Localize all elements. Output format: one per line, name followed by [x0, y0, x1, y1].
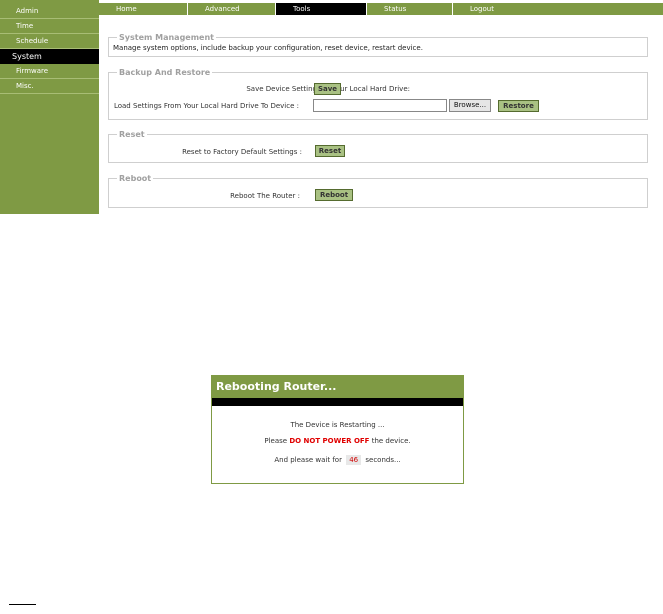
backup-restore-section: Backup And Restore Save Device Settings …	[108, 68, 648, 120]
reboot-section: Reboot Reboot The Router : Reboot	[108, 174, 648, 208]
save-button[interactable]: Save	[314, 83, 341, 95]
load-settings-label: Load Settings From Your Local Hard Drive…	[113, 102, 299, 110]
reset-section: Reset Reset to Factory Default Settings …	[108, 130, 648, 163]
reset-title: Reset	[117, 130, 147, 140]
dialog-warning-prefix: Please	[264, 437, 288, 445]
restore-button[interactable]: Restore	[498, 100, 539, 112]
sidebar-item-time[interactable]: Time	[0, 19, 99, 34]
settings-file-input[interactable]	[313, 99, 447, 112]
reboot-title: Reboot	[117, 174, 154, 184]
reboot-button[interactable]: Reboot	[315, 189, 353, 201]
footer-divider	[9, 604, 36, 605]
dialog-wait-line: And please wait for 46 seconds...	[212, 455, 463, 465]
sidebar-item-admin[interactable]: Admin	[0, 4, 99, 19]
backup-restore-title: Backup And Restore	[117, 68, 213, 78]
sidebar-item-misc[interactable]: Misc.	[0, 79, 99, 94]
tab-tools[interactable]: Tools	[276, 3, 367, 15]
system-management-section: System Management Manage system options,…	[108, 33, 648, 57]
countdown-seconds: 46	[346, 455, 362, 465]
system-management-description: Manage system options, include backup yo…	[113, 44, 423, 52]
dialog-warning-suffix: the device.	[371, 437, 411, 445]
top-navigation: Home Advanced Tools Status Logout	[99, 3, 663, 15]
sidebar-item-system[interactable]: System	[0, 49, 99, 64]
dialog-do-not-power-off: DO NOT POWER OFF	[289, 437, 370, 445]
tab-home[interactable]: Home	[99, 3, 188, 15]
dialog-wait-suffix: seconds...	[365, 456, 401, 464]
system-management-title: System Management	[117, 33, 216, 43]
dialog-warning-line: Please DO NOT POWER OFF the device.	[212, 437, 463, 445]
dialog-restarting-text: The Device is Restarting ...	[290, 421, 385, 429]
sidebar-item-schedule[interactable]: Schedule	[0, 34, 99, 49]
dialog-title-bar-separator	[212, 398, 463, 406]
dialog-wait-prefix: And please wait for	[274, 456, 342, 464]
dialog-title: Rebooting Router...	[212, 376, 463, 398]
browse-button[interactable]: Browse...	[449, 99, 491, 112]
reset-factory-label: Reset to Factory Default Settings :	[182, 148, 302, 156]
reboot-router-label: Reboot The Router :	[230, 192, 300, 200]
tab-status[interactable]: Status	[367, 3, 453, 15]
sidebar: Admin Time Schedule System Firmware Misc…	[0, 0, 99, 214]
tab-logout[interactable]: Logout	[453, 3, 576, 15]
reset-button[interactable]: Reset	[315, 145, 345, 157]
tab-advanced[interactable]: Advanced	[188, 3, 276, 15]
rebooting-dialog: Rebooting Router... The Device is Restar…	[211, 375, 464, 484]
sidebar-item-firmware[interactable]: Firmware	[0, 64, 99, 79]
